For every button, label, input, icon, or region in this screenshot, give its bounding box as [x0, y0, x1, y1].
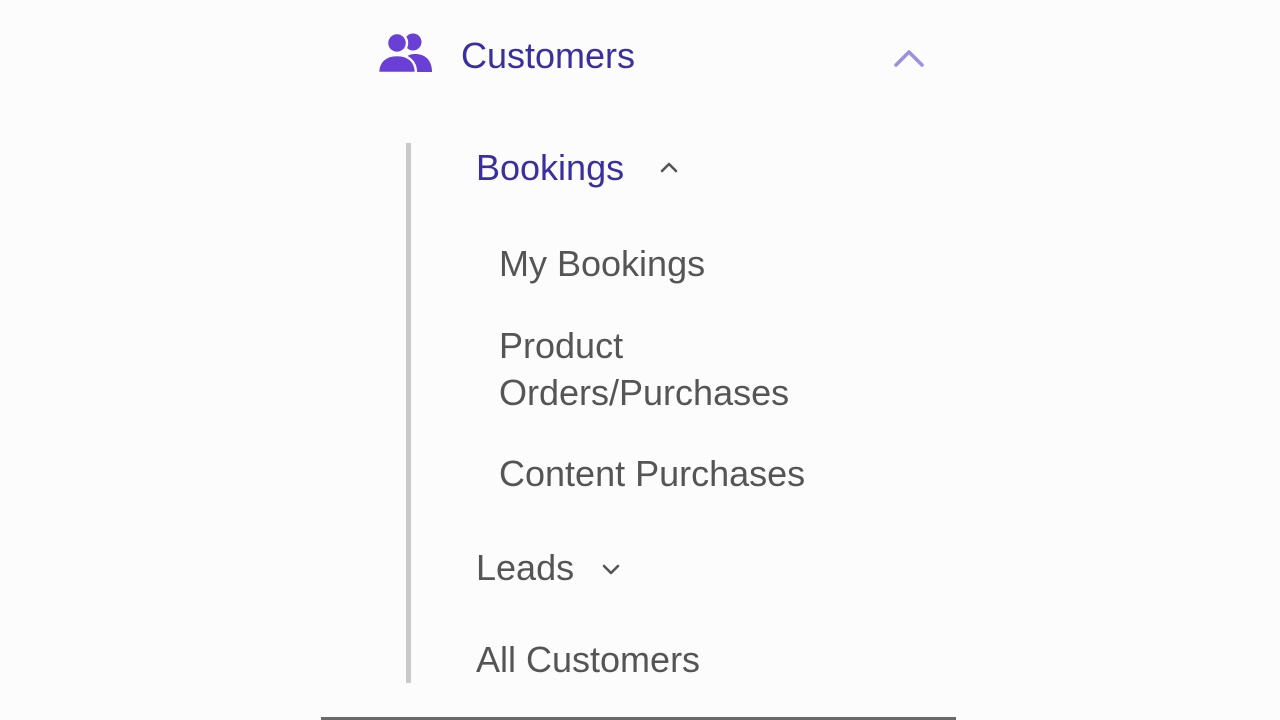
chevron-up-icon[interactable]: [892, 47, 926, 69]
tree-guide-line: [406, 143, 411, 683]
nav-item-all-customers[interactable]: All Customers: [476, 636, 700, 684]
nav-item-my-bookings[interactable]: My Bookings: [499, 240, 705, 287]
nav-section-title: Customers: [461, 35, 636, 76]
sidebar-nav: Customers Bookings My Bookings Product O…: [0, 0, 1280, 720]
nav-group-label: Bookings: [476, 147, 625, 188]
nav-group-label: Leads: [476, 547, 575, 588]
users-icon: [377, 32, 432, 74]
nav-item-content-purchases[interactable]: Content Purchases: [499, 450, 805, 497]
chevron-up-icon: [660, 162, 678, 173]
chevron-down-icon: [602, 564, 620, 575]
nav-section-customers[interactable]: Customers: [377, 28, 937, 84]
nav-item-product-orders[interactable]: Product Orders/Purchases: [499, 322, 899, 416]
